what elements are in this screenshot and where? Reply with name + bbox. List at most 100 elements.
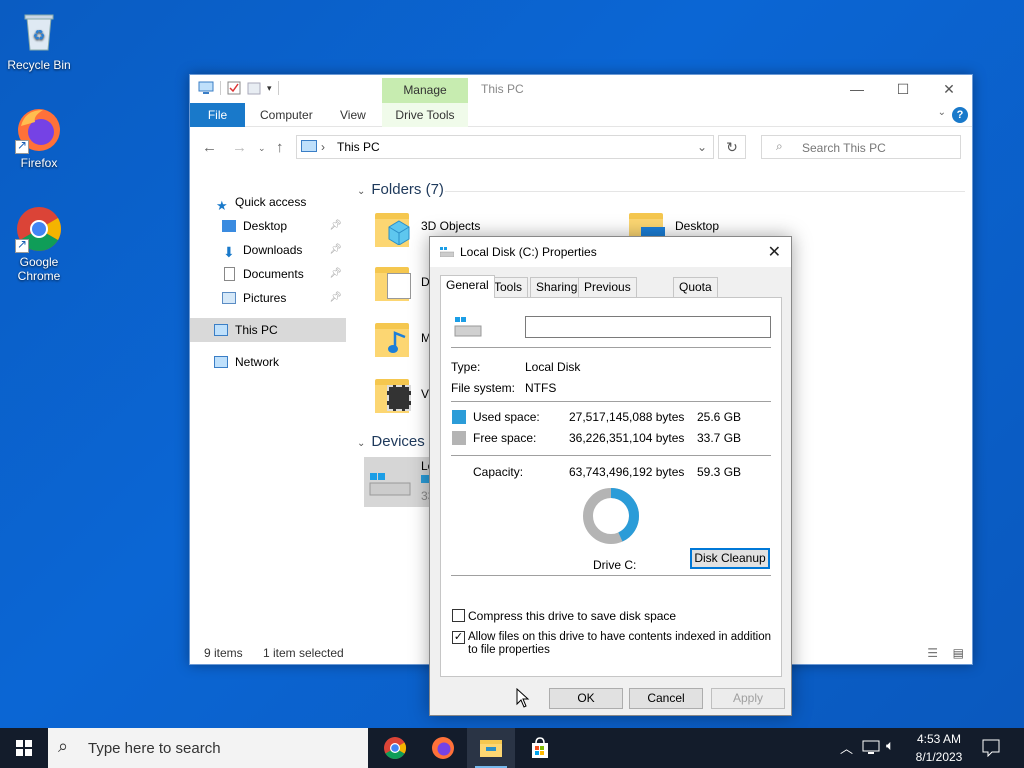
qat-dropdown-icon[interactable]: ▾ [267, 83, 272, 94]
up-arrow-icon[interactable]: ↑ [276, 139, 284, 156]
drive-name-input[interactable] [525, 316, 771, 338]
apply-button[interactable]: Apply [711, 688, 785, 709]
taskbar-search-box[interactable]: ⌕ Type here to search [48, 728, 368, 768]
new-folder-icon[interactable] [247, 81, 261, 95]
nav-network[interactable]: Network [190, 350, 346, 374]
file-system-value: NTFS [525, 381, 557, 395]
close-button[interactable]: ✕ [926, 75, 972, 103]
help-icon[interactable]: ? [952, 107, 968, 123]
drive-icon [440, 247, 454, 257]
recent-locations-icon[interactable]: ⌄ [258, 143, 266, 154]
breadcrumb-chevron-icon[interactable]: › [321, 140, 325, 154]
taskbar-store[interactable] [516, 728, 564, 768]
nav-this-pc[interactable]: This PC [190, 318, 346, 342]
ok-button[interactable]: OK [549, 688, 623, 709]
dialog-close-button[interactable]: ✕ [768, 242, 781, 262]
devices-group-header[interactable]: ⌄ Devices a [357, 433, 437, 450]
navigation-pane: ★ Quick access Desktop 📌︎ ⬇ Downloads 📌︎… [190, 179, 350, 639]
expand-ribbon-icon[interactable]: ⌄ [938, 107, 946, 118]
disk-cleanup-button[interactable]: Disk Cleanup [690, 548, 770, 569]
back-arrow-icon[interactable]: ← [202, 139, 217, 156]
taskbar-chrome[interactable] [371, 728, 419, 768]
folder-documents[interactable] [373, 263, 413, 303]
navigation-bar: ← → ⌄ ↑ › This PC ⌄ ↻ ⌕ Search This PC [190, 127, 972, 167]
mouse-cursor-icon [516, 688, 530, 708]
details-view-icon[interactable]: ☰ [927, 646, 938, 660]
desktop-folder-icon [222, 220, 236, 232]
cube-icon [388, 220, 410, 245]
network-icon [214, 356, 228, 368]
properties-icon[interactable] [227, 81, 241, 95]
taskbar: ⌕ Type here to search ︿ 🔈︎ 4:53 AM 8/1/2… [0, 728, 1024, 768]
minimize-button[interactable]: — [834, 75, 880, 103]
clock-date[interactable]: 8/1/2023 [912, 750, 966, 764]
desktop-icon-recycle-bin[interactable]: ♻ Recycle Bin [1, 8, 77, 72]
tab-previous-versions[interactable]: Previous Versions [578, 277, 637, 312]
tab-general[interactable]: General [440, 275, 495, 298]
ribbon-tab-drive-tools[interactable]: Drive Tools [382, 103, 468, 127]
taskbar-firefox[interactable] [419, 728, 467, 768]
volume-icon[interactable]: 🔈︎ [886, 737, 894, 754]
pin-icon[interactable]: 📌︎ [329, 238, 342, 262]
folder-music[interactable] [373, 319, 413, 359]
desktop-icon-firefox[interactable]: Firefox [1, 106, 77, 170]
pin-icon[interactable]: 📌︎ [329, 214, 342, 238]
address-dropdown-icon[interactable]: ⌄ [697, 140, 707, 154]
forward-arrow-icon[interactable]: → [232, 139, 247, 156]
tab-sharing[interactable]: Sharing [530, 277, 584, 297]
large-icons-view-icon[interactable]: ▤ [953, 646, 964, 660]
cancel-button[interactable]: Cancel [629, 688, 703, 709]
start-button[interactable] [0, 728, 48, 768]
tab-quota[interactable]: Quota [673, 277, 718, 297]
ribbon-tab-computer[interactable]: Computer [246, 103, 327, 127]
refresh-button[interactable]: ↻ [718, 135, 746, 159]
collapse-chevron-icon[interactable]: ⌄ [357, 438, 365, 449]
compress-checkbox[interactable] [452, 609, 465, 622]
nav-item-desktop[interactable]: Desktop 📌︎ [190, 214, 346, 238]
computer-icon [198, 81, 214, 94]
used-space-swatch [452, 410, 466, 424]
pin-icon[interactable]: 📌︎ [329, 286, 342, 310]
nav-item-downloads[interactable]: ⬇ Downloads 📌︎ [190, 238, 346, 262]
taskbar-search-placeholder: Type here to search [88, 740, 221, 757]
taskbar-file-explorer[interactable] [467, 728, 515, 768]
film-icon [387, 385, 411, 411]
collapse-chevron-icon[interactable]: ⌄ [357, 186, 365, 197]
capacity-bytes: 63,743,496,192 bytes [569, 465, 685, 479]
network-icon[interactable] [862, 740, 880, 756]
dialog-titlebar: Local Disk (C:) Properties ✕ [430, 237, 791, 267]
folder-icon [480, 740, 502, 757]
breadcrumb-this-pc[interactable]: This PC [337, 140, 380, 154]
notifications-icon[interactable] [982, 739, 1000, 757]
index-label: Allow files on this drive to have conten… [468, 631, 772, 656]
folders-group-header[interactable]: ⌄ Folders (7) [357, 181, 444, 198]
search-input[interactable]: ⌕ Search This PC [761, 135, 961, 159]
search-icon: ⌕ [776, 139, 783, 153]
nav-item-documents[interactable]: Documents 📌︎ [190, 262, 346, 286]
desktop-icon-chrome[interactable]: Google Chrome [1, 205, 77, 283]
maximize-button[interactable]: ☐ [880, 75, 926, 103]
pin-icon[interactable]: 📌︎ [329, 262, 342, 286]
chrome-icon [15, 205, 63, 253]
window-title: This PC [481, 82, 524, 96]
address-bar[interactable]: › This PC ⌄ [296, 135, 714, 159]
nav-item-pictures[interactable]: Pictures 📌︎ [190, 286, 346, 310]
nav-quick-access[interactable]: ★ Quick access [190, 190, 346, 214]
recycle-bin-icon: ♻ [15, 8, 63, 56]
show-hidden-icons-icon[interactable]: ︿ [840, 738, 853, 757]
clock-time[interactable]: 4:53 AM [912, 732, 966, 746]
index-checkbox[interactable]: ✓ [452, 631, 465, 644]
recycle-bin-label: Recycle Bin [7, 58, 71, 72]
folder-videos[interactable] [373, 375, 413, 415]
search-placeholder: Search This PC [802, 141, 886, 155]
dialog-title: Local Disk (C:) Properties [460, 245, 597, 259]
folder-3d-objects[interactable] [373, 209, 413, 249]
manage-tab[interactable]: Manage [382, 78, 468, 103]
local-disk-c-tile[interactable]: Lo 33 [364, 457, 434, 507]
explorer-titlebar: ▾ Manage This PC — ☐ ✕ [190, 75, 972, 103]
used-space-gb: 25.6 GB [697, 410, 742, 424]
capacity-gb: 59.3 GB [697, 465, 742, 479]
ribbon-tab-file[interactable]: File [190, 103, 245, 127]
document-icon [387, 273, 411, 299]
ribbon-tab-view[interactable]: View [326, 103, 380, 127]
